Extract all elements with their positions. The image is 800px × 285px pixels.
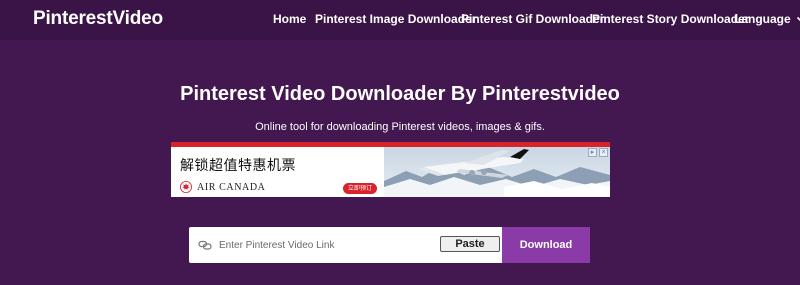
close-icon[interactable]: × (599, 148, 608, 157)
ad-badge: ▸ × (588, 148, 608, 157)
page-subtitle: Online tool for downloading Pinterest vi… (255, 121, 545, 133)
nav-link-home[interactable]: Home (273, 12, 306, 26)
caret-down-icon (796, 16, 800, 22)
paste-button[interactable]: Paste (440, 236, 500, 252)
nav-language-label: Language (734, 12, 791, 26)
ad-logo: AIR CANADA (180, 181, 266, 193)
video-link-input[interactable] (219, 235, 434, 255)
download-form: Paste Download (189, 227, 590, 263)
navbar: PinterestVideo Home Pinterest Image Down… (0, 0, 800, 40)
nav-link-story-downloader[interactable]: Pinterest Story Downloader (592, 12, 749, 26)
airplane-image (384, 147, 610, 197)
ad-banner[interactable]: 解锁超值特惠机票 AIR CANADA 立即预订 ▸ × (171, 142, 610, 197)
link-icon (198, 240, 212, 250)
page-title: Pinterest Video Downloader By Pinterestv… (180, 83, 620, 105)
ad-brand: AIR CANADA (197, 181, 266, 193)
ad-choices-icon[interactable]: ▸ (588, 148, 597, 157)
ad-headline: 解锁超值特惠机票 (180, 158, 296, 174)
ad-text-panel: 解锁超值特惠机票 AIR CANADA 立即预订 (171, 147, 384, 197)
nav-link-gif-downloader[interactable]: Pinterest Gif Downloader (461, 12, 604, 26)
maple-leaf-icon (180, 181, 192, 193)
nav-links: Home Pinterest Image Downloader Pinteres… (0, 12, 800, 28)
nav-language-dropdown[interactable]: Language (734, 12, 800, 26)
ad-cta-button[interactable]: 立即预订 (343, 183, 377, 194)
download-button[interactable]: Download (502, 227, 590, 263)
ad-image: ▸ × (384, 147, 610, 197)
nav-link-image-downloader[interactable]: Pinterest Image Downloader (315, 12, 476, 26)
